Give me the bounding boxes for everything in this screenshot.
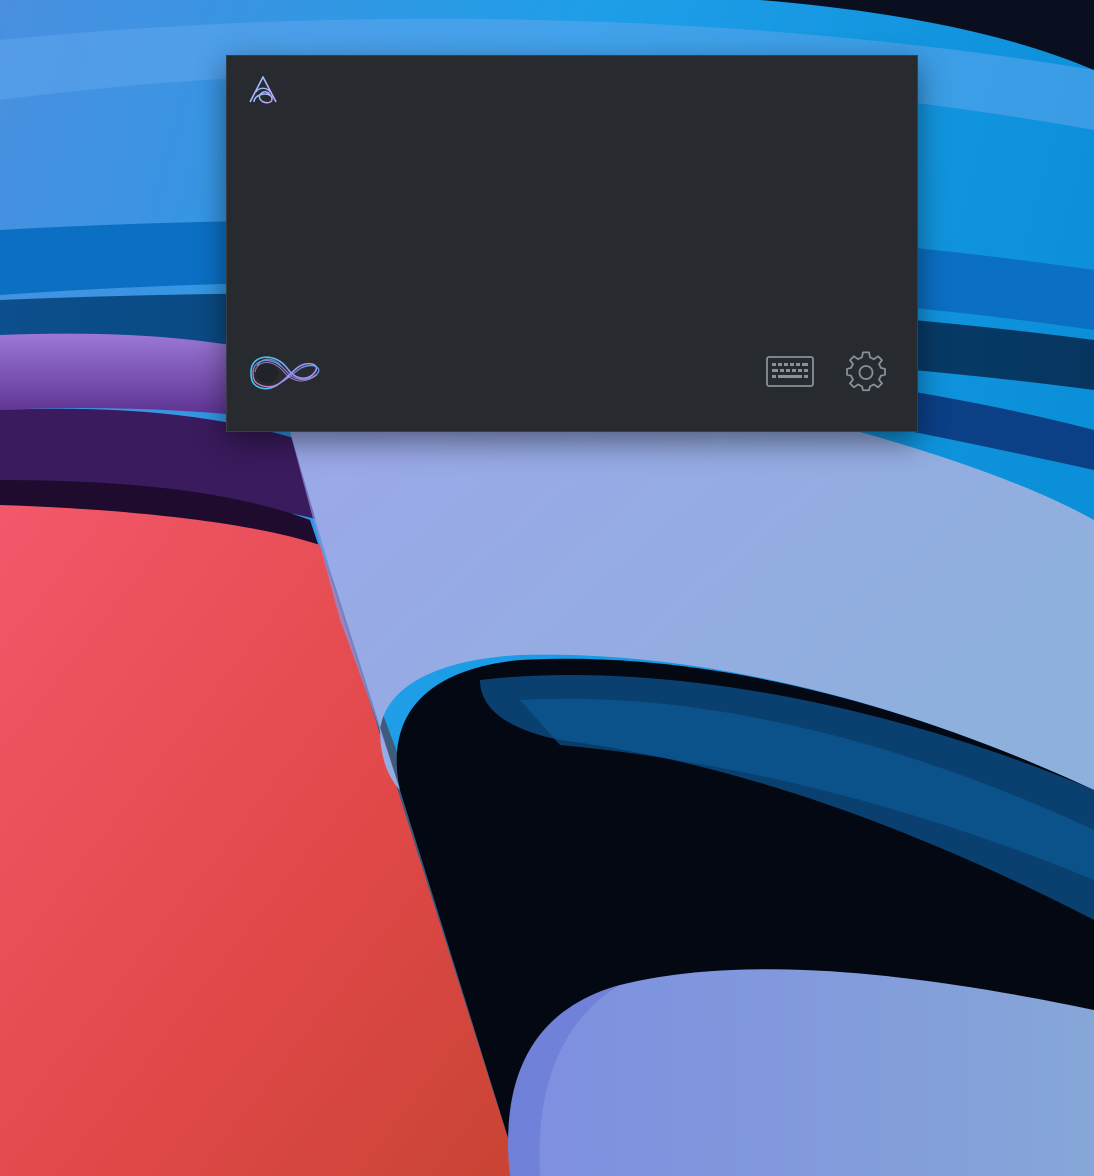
- desktop: [0, 0, 1094, 1176]
- keyboard-icon: [766, 356, 814, 387]
- transcript-area: [299, 86, 859, 316]
- voice-orb-icon[interactable]: [245, 342, 329, 400]
- app-logo-icon: [245, 72, 281, 108]
- gear-icon: [846, 351, 886, 392]
- keyboard-button[interactable]: [763, 350, 817, 394]
- assistant-panel: [226, 55, 918, 432]
- settings-button[interactable]: [841, 350, 891, 394]
